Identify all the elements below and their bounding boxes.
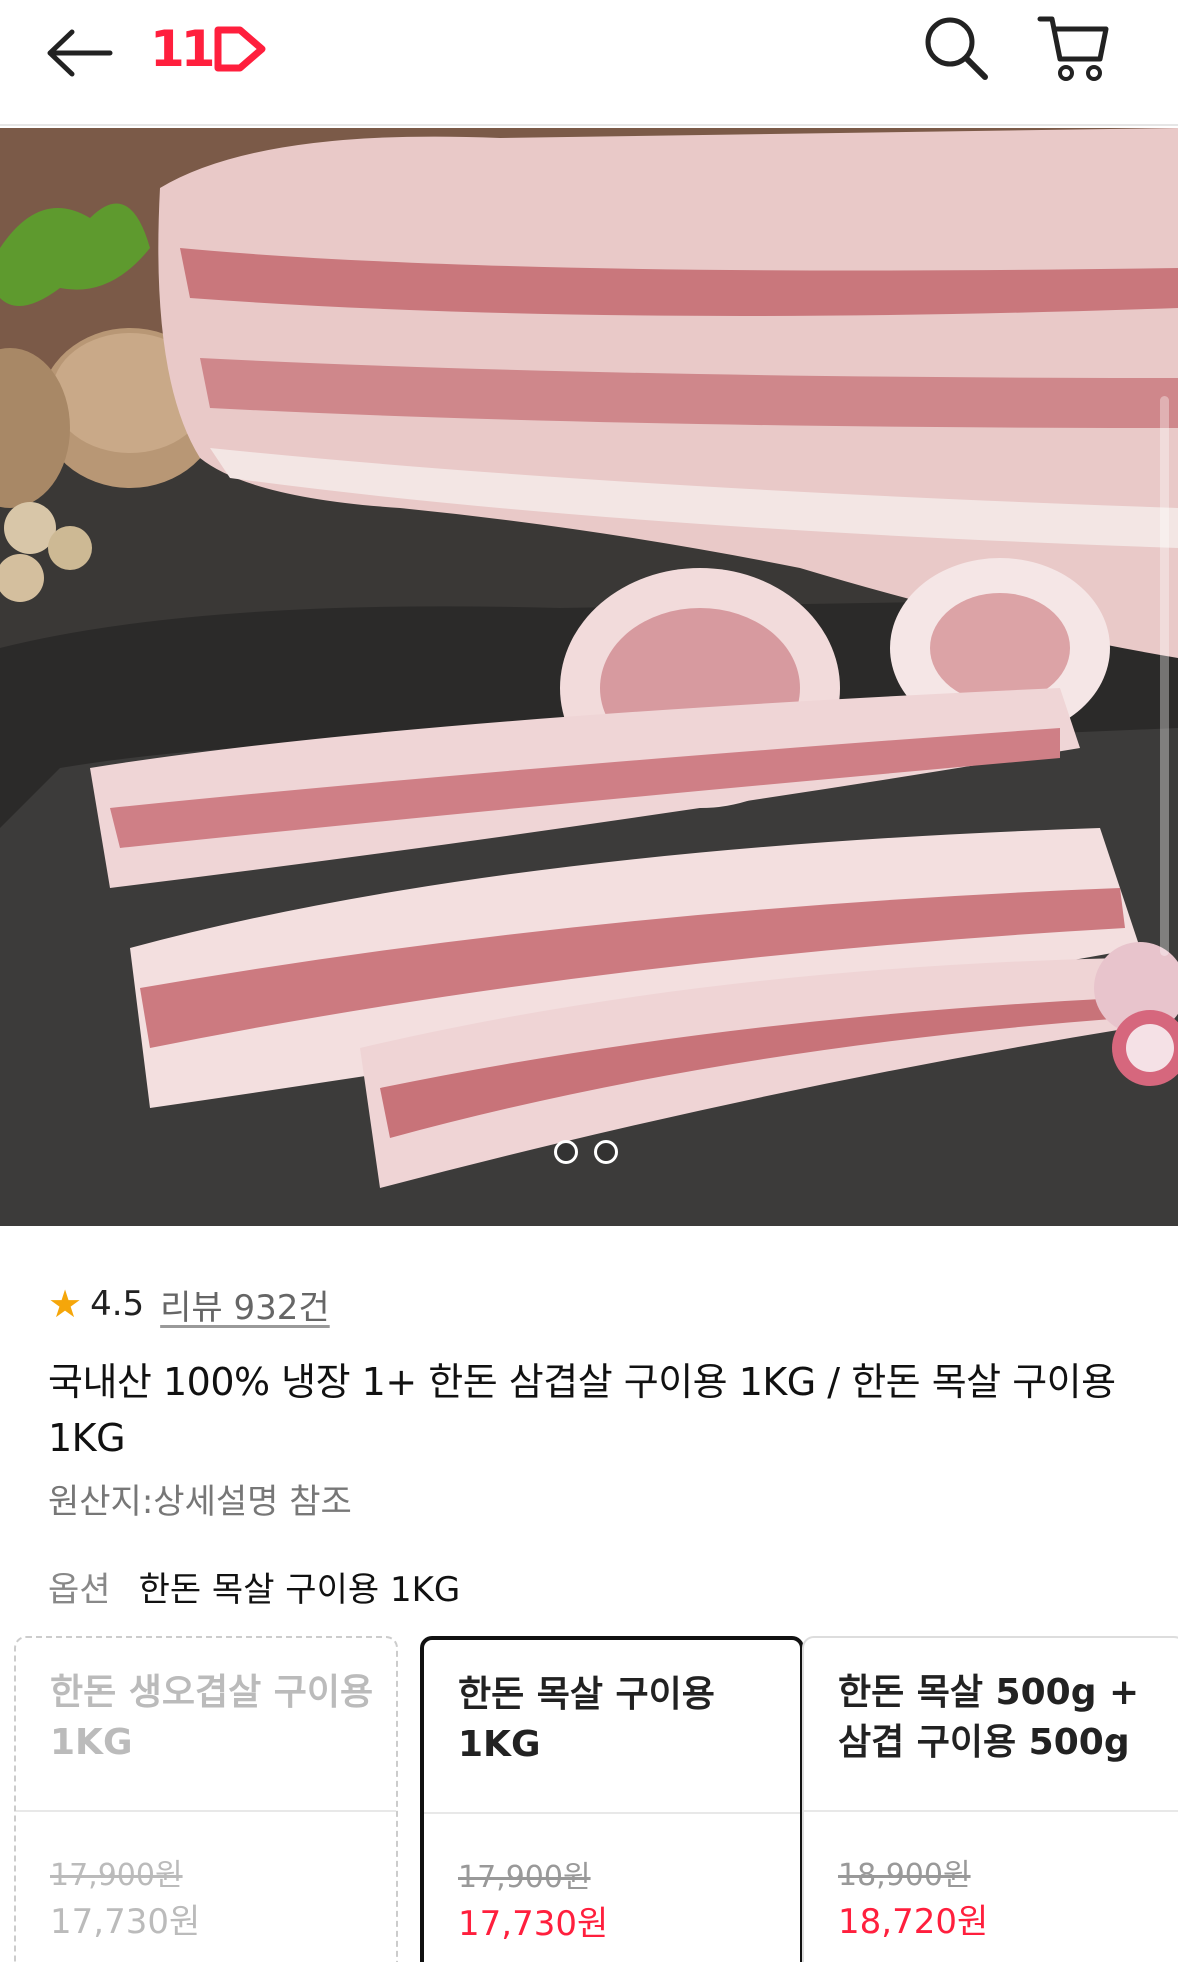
rating-row: ★ 4.5 리뷰 932건 <box>48 1280 330 1328</box>
option-card-list[interactable]: 한돈 생오겹살 구이용 1KG 17,900원 17,730원 한돈 목살 구이… <box>0 1636 1178 1962</box>
carousel-indicator <box>554 1140 618 1164</box>
product-photo <box>0 128 1178 1226</box>
carousel-dot-1[interactable] <box>554 1140 578 1164</box>
option-card-original-price: 17,900원 <box>50 1858 183 1893</box>
divider <box>804 1810 1178 1812</box>
product-origin: 원산지:상세설명 참조 <box>48 1482 352 1522</box>
rating-value: 4.5 <box>90 1284 145 1324</box>
option-card-name: 한돈 목살 500g + 삼겹 구이용 500g <box>838 1672 1140 1763</box>
option-card-original-price: 17,900원 <box>458 1860 591 1895</box>
back-arrow-icon <box>47 29 113 77</box>
logo-text: 11 <box>150 20 216 78</box>
product-image-carousel[interactable] <box>0 128 1178 1226</box>
carousel-dot-2[interactable] <box>594 1140 618 1164</box>
option-label: 옵션 <box>48 1570 111 1610</box>
review-count-link[interactable]: 리뷰 932건 <box>160 1280 330 1329</box>
search-button[interactable] <box>912 4 1000 92</box>
option-card-sale-price: 17,730원 <box>50 1902 201 1942</box>
cart-button[interactable] <box>1028 4 1120 92</box>
product-title: 국내산 100% 냉장 1+ 한돈 삼겹살 구이용 1KG / 한돈 목살 구이… <box>48 1360 1116 1460</box>
option-selected-value: 한돈 목살 구이용 1KG <box>138 1570 461 1610</box>
back-button[interactable] <box>38 12 120 94</box>
option-card-sale-price: 17,730원 <box>458 1904 609 1944</box>
star-icon: ★ <box>48 1282 83 1326</box>
option-card-name: 한돈 목살 구이용 1KG <box>458 1674 715 1765</box>
option-card-sale-price: 18,720원 <box>838 1902 989 1942</box>
logo[interactable]: 11 <box>150 14 270 84</box>
option-row[interactable]: 옵션 한돈 목살 구이용 1KG <box>48 1562 460 1611</box>
option-card-2[interactable]: 한돈 목살 구이용 1KG 17,900원 17,730원 <box>420 1636 804 1962</box>
logo-arrow-icon <box>214 26 266 72</box>
option-card-3[interactable]: 한돈 목살 500g + 삼겹 구이용 500g 18,900원 18,720원 <box>802 1636 1178 1962</box>
divider <box>424 1812 800 1814</box>
option-card-1[interactable]: 한돈 생오겹살 구이용 1KG 17,900원 17,730원 <box>14 1636 398 1962</box>
divider <box>16 1810 396 1812</box>
option-card-name: 한돈 생오겹살 구이용 1KG <box>50 1672 374 1763</box>
option-card-original-price: 18,900원 <box>838 1858 971 1893</box>
top-app-bar: 11 <box>0 0 1178 126</box>
cart-icon <box>1037 16 1109 81</box>
scrollbar[interactable] <box>1160 396 1169 956</box>
search-icon <box>925 17 988 80</box>
